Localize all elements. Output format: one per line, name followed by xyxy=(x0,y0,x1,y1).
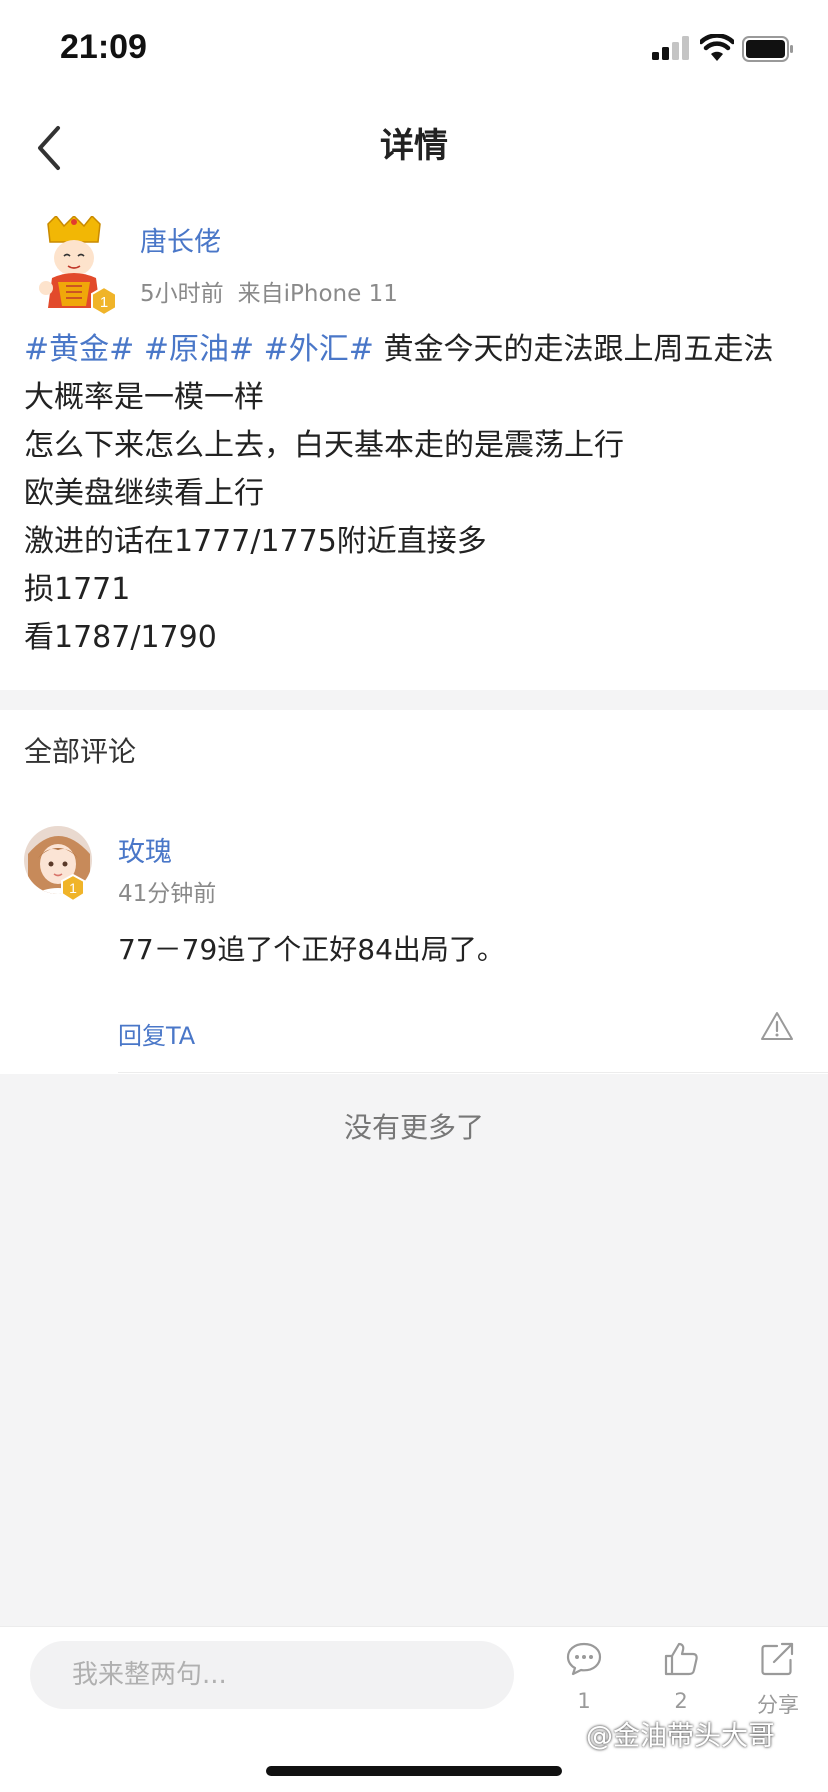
battery-icon xyxy=(742,36,793,62)
post-card: 1 唐长佬 5小时前 来自iPhone 11 #黄金# #原油# #外汇# 黄金今… xyxy=(0,196,828,690)
post-line: 欧美盘继续看上行 xyxy=(24,476,264,511)
post-content: #黄金# #原油# #外汇# 黄金今天的走法跟上周五走法 大概率是一模一样 怎么… xyxy=(24,326,804,662)
post-time: 5小时前 xyxy=(140,281,224,307)
comments-footer: 没有更多了 xyxy=(0,1074,828,1626)
share-button[interactable]: 分享 xyxy=(738,1641,818,1719)
like-button[interactable]: 2 xyxy=(641,1641,721,1713)
post-line-text: 黄金今天的走法跟上周五走法 xyxy=(383,332,774,367)
status-time: 21:09 xyxy=(60,28,147,66)
thumbs-up-icon xyxy=(664,1642,698,1676)
no-more-text: 没有更多了 xyxy=(343,1111,484,1144)
post-line: 看1787/1790 xyxy=(24,620,217,655)
post-source: 来自iPhone 11 xyxy=(237,281,398,307)
status-bar: 21:09 xyxy=(0,0,828,100)
post-line: 损1771 xyxy=(24,572,131,607)
section-divider xyxy=(0,690,828,710)
comment-item: 1 玫瑰 41分钟前 77－79追了个正好84出局了。 回复TA xyxy=(0,810,828,1074)
home-indicator xyxy=(266,1766,562,1776)
like-count: 2 xyxy=(674,1689,688,1713)
watermark: @金油带头大哥 xyxy=(586,1721,775,1752)
signal-icon xyxy=(652,36,689,60)
hashtag-gold[interactable]: #黄金# xyxy=(24,332,134,367)
share-icon xyxy=(761,1642,794,1676)
divider xyxy=(118,1072,828,1073)
hashtag-oil[interactable]: #原油# xyxy=(144,332,254,367)
page-title: 详情 xyxy=(380,126,448,166)
level-badge-icon: 1 xyxy=(61,874,85,902)
comment-bubble-icon xyxy=(566,1642,602,1676)
comment-count: 1 xyxy=(577,1689,591,1713)
nav-bar: 详情 xyxy=(0,100,828,196)
commenter-name[interactable]: 玫瑰 xyxy=(118,830,172,869)
svg-text:1: 1 xyxy=(100,294,108,311)
post-meta: 5小时前 来自iPhone 11 xyxy=(140,274,398,308)
author-name[interactable]: 唐长佬 xyxy=(140,220,221,259)
wifi-icon xyxy=(700,34,734,61)
warning-icon[interactable] xyxy=(760,1010,794,1042)
post-line: 怎么下来怎么上去，白天基本走的是震荡上行 xyxy=(24,428,624,463)
post-line: 大概率是一模一样 xyxy=(24,380,264,415)
post-line: 激进的话在1777/1775附近直接多 xyxy=(24,524,487,559)
comment-text: 77－79追了个正好84出局了。 xyxy=(118,933,505,966)
post-line: #黄金# #原油# #外汇# 黄金今天的走法跟上周五走法 xyxy=(24,326,804,374)
comment-count-button[interactable]: 1 xyxy=(544,1641,624,1713)
comments-header: 全部评论 xyxy=(24,735,137,768)
comment-input[interactable] xyxy=(30,1641,514,1709)
reply-button[interactable]: 回复TA xyxy=(118,1016,195,1051)
hashtag-forex[interactable]: #外汇# xyxy=(264,332,374,367)
comment-time: 41分钟前 xyxy=(118,881,217,907)
svg-text:1: 1 xyxy=(69,880,77,896)
level-badge-icon: 1 xyxy=(91,286,117,316)
